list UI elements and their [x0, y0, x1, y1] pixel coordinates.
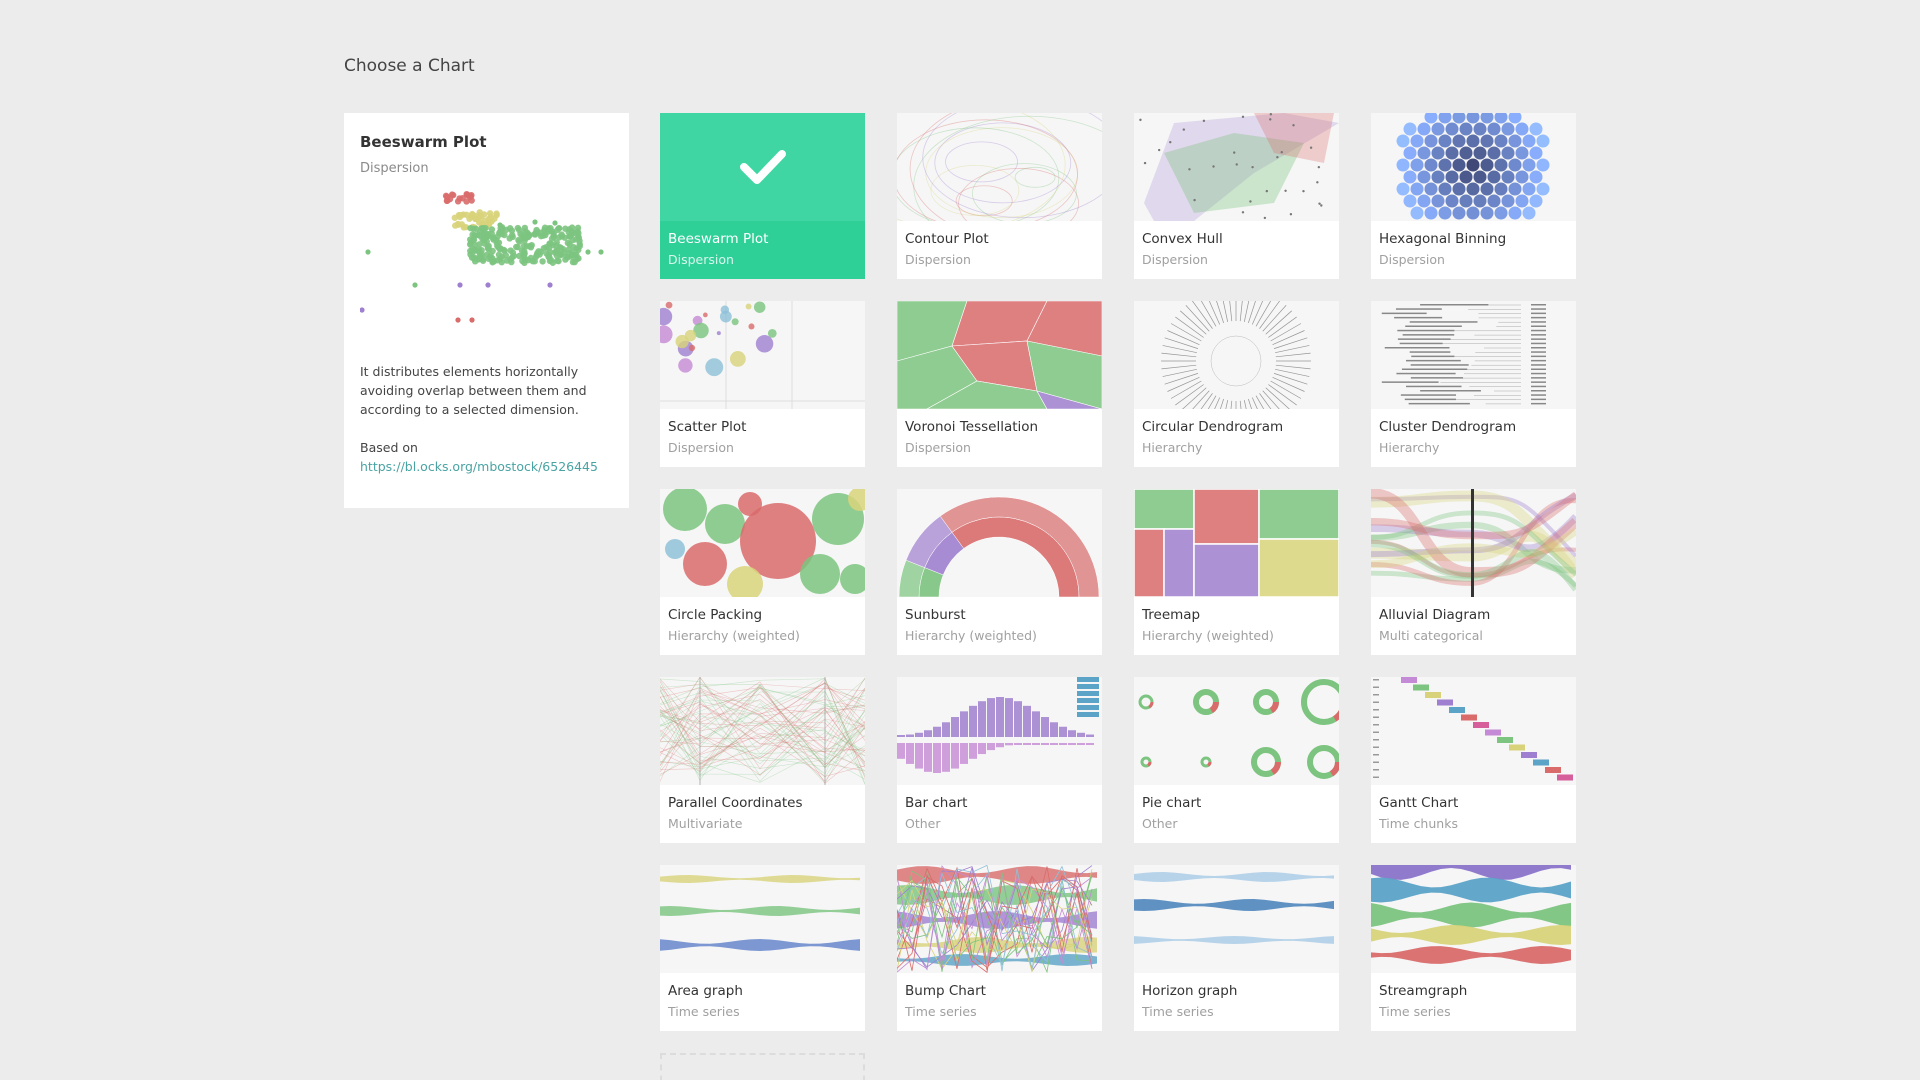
chart-card-category: Dispersion: [1379, 252, 1445, 267]
chart-thumbnail: [1371, 489, 1576, 597]
chart-thumbnail: [1134, 301, 1339, 409]
chart-card-category: Other: [1142, 816, 1178, 831]
chart-thumbnail: [660, 865, 865, 973]
chart-card-circdendro[interactable]: Circular Dendrogram Hierarchy: [1134, 301, 1339, 467]
chart-thumbnail: [1134, 489, 1339, 597]
chart-card-parallel[interactable]: Parallel Coordinates Multivariate: [660, 677, 865, 843]
chart-card-name: Cluster Dendrogram: [1379, 419, 1517, 435]
chart-card-bar[interactable]: Bar chart Other: [897, 677, 1102, 843]
chart-card-name: Scatter Plot: [668, 419, 747, 435]
chart-card-name: Pie chart: [1142, 795, 1202, 811]
chart-card-name: Convex Hull: [1142, 231, 1223, 247]
chart-card-category: Hierarchy (weighted): [668, 628, 800, 643]
chart-card-packing[interactable]: Circle Packing Hierarchy (weighted): [660, 489, 865, 655]
chart-thumbnail: [1371, 113, 1576, 221]
chart-details-panel: Beeswarm Plot Dispersion It distributes …: [344, 113, 629, 508]
chart-card-hexbin[interactable]: Hexagonal Binning Dispersion: [1371, 113, 1576, 279]
chart-card-name: Beeswarm Plot: [668, 231, 769, 247]
chart-card-horizon[interactable]: Horizon graph Time series: [1134, 865, 1339, 1031]
chart-card-category: Other: [905, 816, 941, 831]
chart-card-name: Alluvial Diagram: [1379, 607, 1491, 623]
chart-card-name: Contour Plot: [905, 231, 989, 247]
chart-card-name: Circular Dendrogram: [1142, 419, 1284, 435]
chart-card-category: Time series: [1379, 1004, 1451, 1019]
checkmark-icon: [660, 113, 865, 221]
chart-card-category: Time chunks: [1379, 816, 1458, 831]
chart-card-category: Dispersion: [1142, 252, 1208, 267]
chart-card-treemap[interactable]: Treemap Hierarchy (weighted): [1134, 489, 1339, 655]
chart-card-name: Treemap: [1142, 607, 1201, 623]
chart-card-category: Dispersion: [905, 440, 971, 455]
chart-card-category: Hierarchy (weighted): [905, 628, 1037, 643]
chart-thumbnail: [660, 489, 865, 597]
chart-thumbnail: [897, 865, 1102, 973]
chart-card-name: Horizon graph: [1142, 983, 1238, 999]
chart-thumbnail: [897, 301, 1102, 409]
chart-card-category: Multi categorical: [1379, 628, 1483, 643]
chart-card-category: Time series: [668, 1004, 740, 1019]
details-source-link[interactable]: https://bl.ocks.org/mbostock/6526445: [360, 457, 613, 476]
chart-thumbnail: [1134, 677, 1339, 785]
chart-card-bump[interactable]: Bump Chart Time series: [897, 865, 1102, 1031]
chart-card-name: Sunburst: [905, 607, 966, 623]
chart-card-name: Bar chart: [905, 795, 968, 811]
chart-thumbnail: [1371, 301, 1576, 409]
chart-card-clusterdendro[interactable]: Cluster Dendrogram Hierarchy: [1371, 301, 1576, 467]
chart-card-stream[interactable]: Streamgraph Time series: [1371, 865, 1576, 1031]
chart-card-pie[interactable]: Pie chart Other: [1134, 677, 1339, 843]
chart-thumbnail: [660, 301, 865, 409]
chart-thumbnail: [1371, 677, 1576, 785]
chart-card-category: Hierarchy (weighted): [1142, 628, 1274, 643]
page-title: Choose a Chart: [344, 56, 475, 76]
chart-card-name: Parallel Coordinates: [668, 795, 803, 811]
chart-card-area[interactable]: Area graph Time series: [660, 865, 865, 1031]
chart-card-convex[interactable]: Convex Hull Dispersion: [1134, 113, 1339, 279]
chart-card-name: Bump Chart: [905, 983, 986, 999]
chart-thumbnail: [897, 113, 1102, 221]
details-title: Beeswarm Plot: [360, 133, 487, 151]
chart-card-name: Hexagonal Binning: [1379, 231, 1507, 247]
details-preview-image: [359, 190, 604, 323]
chart-thumbnail: [1134, 113, 1339, 221]
chart-thumbnail: [1134, 865, 1339, 973]
details-description: It distributes elements horizontally avo…: [360, 364, 587, 417]
details-category: Dispersion: [360, 161, 429, 176]
chart-card-category: Dispersion: [905, 252, 971, 267]
chart-card-category: Time series: [1142, 1004, 1214, 1019]
chart-card-partial[interactable]: [660, 1053, 865, 1080]
chart-card-category: Hierarchy: [1379, 440, 1440, 455]
chart-card-voronoi[interactable]: Voronoi Tessellation Dispersion: [897, 301, 1102, 467]
chart-thumbnail: [1371, 865, 1576, 973]
chart-card-name: Gantt Chart: [1379, 795, 1459, 811]
chart-card-sunburst[interactable]: Sunburst Hierarchy (weighted): [897, 489, 1102, 655]
chart-card-category: Multivariate: [668, 816, 743, 831]
chart-card-name: Area graph: [668, 983, 743, 999]
chart-card-alluvial[interactable]: Alluvial Diagram Multi categorical: [1371, 489, 1576, 655]
chart-thumbnail: [897, 489, 1102, 597]
chart-card-contour[interactable]: Contour Plot Dispersion: [897, 113, 1102, 279]
details-based-on-label: Based on: [360, 440, 418, 455]
chart-thumbnail: [660, 677, 865, 785]
chart-card-scatter[interactable]: Scatter Plot Dispersion: [660, 301, 865, 467]
chart-card-category: Dispersion: [668, 440, 734, 455]
chart-card-category: Hierarchy: [1142, 440, 1203, 455]
chart-card-gantt[interactable]: Gantt Chart Time chunks: [1371, 677, 1576, 843]
chart-card-name: Voronoi Tessellation: [905, 419, 1039, 435]
chart-card-name: Streamgraph: [1379, 983, 1468, 999]
chart-card-name: Circle Packing: [668, 607, 763, 623]
chart-card-beeswarm[interactable]: Beeswarm Plot Dispersion: [660, 113, 865, 279]
chart-thumbnail: [897, 677, 1102, 785]
chart-card-category: Dispersion: [668, 252, 734, 267]
chart-card-category: Time series: [905, 1004, 977, 1019]
